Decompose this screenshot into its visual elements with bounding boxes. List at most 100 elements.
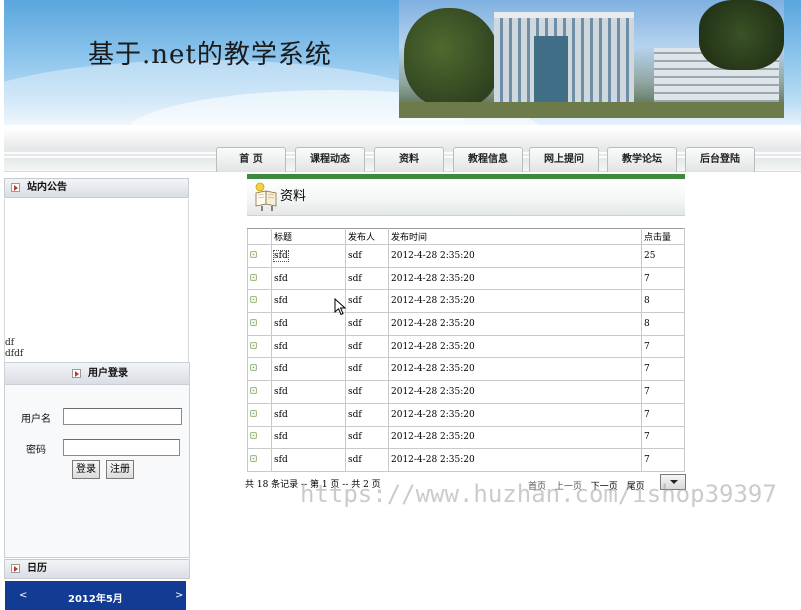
row-time: 2012-4-28 2:35:20 xyxy=(388,334,642,359)
table-row: sfd sdf 2012-4-28 2:35:20 25 xyxy=(247,244,685,268)
row-author: sdf xyxy=(345,357,389,382)
bullet-icon xyxy=(250,432,257,440)
row-time: 2012-4-28 2:35:20 xyxy=(388,448,642,472)
calendar-prev-button[interactable]: < xyxy=(19,590,27,601)
nav-forum[interactable]: 教学论坛 xyxy=(607,147,677,172)
bullet-icon xyxy=(250,386,257,394)
bullet-icon xyxy=(250,250,257,258)
login-button[interactable]: 登录 xyxy=(72,460,100,479)
site-title: 基于.net的教学系统 xyxy=(88,40,332,70)
bullet-icon xyxy=(250,364,257,372)
arrow-right-icon xyxy=(11,182,20,192)
row-author: sdf xyxy=(345,334,389,359)
calendar-title: 日历 xyxy=(27,563,47,574)
row-author: sdf xyxy=(345,448,389,472)
bullet-icon xyxy=(250,409,257,417)
nav-materials[interactable]: 资料 xyxy=(374,147,444,172)
ground-image xyxy=(399,102,784,118)
table-row: sfd sdf 2012-4-28 2:35:20 7 xyxy=(247,266,685,291)
register-button[interactable]: 注册 xyxy=(106,460,134,479)
row-clicks: 7 xyxy=(641,334,685,359)
tree-image xyxy=(699,0,784,70)
row-title-link[interactable]: sfd xyxy=(274,364,288,374)
building-image xyxy=(494,12,634,106)
row-clicks: 7 xyxy=(641,402,685,427)
username-input[interactable] xyxy=(63,408,182,425)
table-row: sfd sdf 2012-4-28 2:35:20 8 xyxy=(247,289,685,314)
row-clicks: 25 xyxy=(641,244,685,268)
table-row: sfd sdf 2012-4-28 2:35:20 8 xyxy=(247,312,685,336)
row-author: sdf xyxy=(345,425,389,450)
table-row: sfd sdf 2012-4-28 2:35:20 7 xyxy=(247,448,685,472)
arrow-right-icon xyxy=(11,563,20,573)
column-header-icon xyxy=(247,228,272,245)
campus-photo xyxy=(399,0,784,118)
login-title: 用户登录 xyxy=(88,368,128,379)
column-header-title: 标题 xyxy=(271,228,346,245)
mouse-cursor-icon xyxy=(334,298,347,316)
notice-header: 站内公告 xyxy=(4,178,189,198)
row-title-link[interactable]: sfd xyxy=(274,274,288,284)
column-header-time: 发布时间 xyxy=(388,228,642,245)
row-title-link[interactable]: sfd xyxy=(274,387,288,397)
row-author: sdf xyxy=(345,312,389,336)
notice-item[interactable]: df xyxy=(5,338,14,348)
row-clicks: 8 xyxy=(641,312,685,336)
nav-tutorial-info[interactable]: 教程信息 xyxy=(453,147,523,172)
table-row: sfd sdf 2012-4-28 2:35:20 7 xyxy=(247,402,685,427)
tree-image xyxy=(404,8,499,108)
table-row: sfd sdf 2012-4-28 2:35:20 7 xyxy=(247,425,685,450)
row-clicks: 7 xyxy=(641,380,685,404)
nav-admin-login[interactable]: 后台登陆 xyxy=(685,147,755,172)
row-clicks: 7 xyxy=(641,266,685,291)
materials-table: 标题 发布人 发布时间 点击量 sfd sdf 2012-4-28 2:35:2… xyxy=(247,228,685,472)
nav-online-questions[interactable]: 网上提问 xyxy=(529,147,599,172)
row-author: sdf xyxy=(345,244,389,268)
bullet-icon xyxy=(250,273,257,281)
row-time: 2012-4-28 2:35:20 xyxy=(388,244,642,268)
calendar-header: 日历 xyxy=(4,559,190,579)
calendar-month: 2012年5月 xyxy=(68,594,123,605)
row-time: 2012-4-28 2:35:20 xyxy=(388,402,642,427)
login-header: 用户登录 xyxy=(5,363,189,385)
row-author: sdf xyxy=(345,289,389,314)
nav-course-news[interactable]: 课程动态 xyxy=(295,147,365,172)
column-header-author: 发布人 xyxy=(345,228,389,245)
table-row: sfd sdf 2012-4-28 2:35:20 7 xyxy=(247,380,685,404)
bullet-icon xyxy=(250,318,257,326)
nav-home[interactable]: 首 页 xyxy=(216,147,286,172)
password-label: 密码 xyxy=(26,445,46,456)
row-clicks: 7 xyxy=(641,448,685,472)
calendar-next-button[interactable]: > xyxy=(175,590,183,601)
row-time: 2012-4-28 2:35:20 xyxy=(388,357,642,382)
row-author: sdf xyxy=(345,266,389,291)
row-author: sdf xyxy=(345,402,389,427)
row-title-link[interactable]: sfd xyxy=(274,455,288,465)
row-clicks: 7 xyxy=(641,357,685,382)
row-time: 2012-4-28 2:35:20 xyxy=(388,312,642,336)
row-author: sdf xyxy=(345,380,389,404)
row-title-link[interactable]: sfd xyxy=(274,432,288,442)
site-banner: 基于.net的教学系统 xyxy=(4,0,801,125)
notice-item[interactable]: dfdf xyxy=(5,349,23,359)
bullet-icon xyxy=(250,455,257,463)
row-title-link[interactable]: sfd xyxy=(274,410,288,420)
notice-title: 站内公告 xyxy=(27,182,67,193)
book-icon xyxy=(255,182,277,211)
row-time: 2012-4-28 2:35:20 xyxy=(388,266,642,291)
row-title-link[interactable]: sfd xyxy=(274,342,288,352)
row-time: 2012-4-28 2:35:20 xyxy=(388,289,642,314)
section-header: 资料 xyxy=(247,179,685,216)
bullet-icon xyxy=(250,296,257,304)
bullet-icon xyxy=(250,341,257,349)
password-input[interactable] xyxy=(63,439,180,456)
notice-list: df dfdf xyxy=(4,199,189,362)
arrow-right-icon xyxy=(72,368,81,378)
row-title-link[interactable]: sfd xyxy=(274,296,288,306)
table-header-row: 标题 发布人 发布时间 点击量 xyxy=(247,228,685,245)
username-label: 用户名 xyxy=(21,414,51,425)
row-clicks: 7 xyxy=(641,425,685,450)
row-time: 2012-4-28 2:35:20 xyxy=(388,380,642,404)
row-title-link[interactable]: sfd xyxy=(274,319,288,329)
row-title-link[interactable]: sfd xyxy=(273,249,289,262)
